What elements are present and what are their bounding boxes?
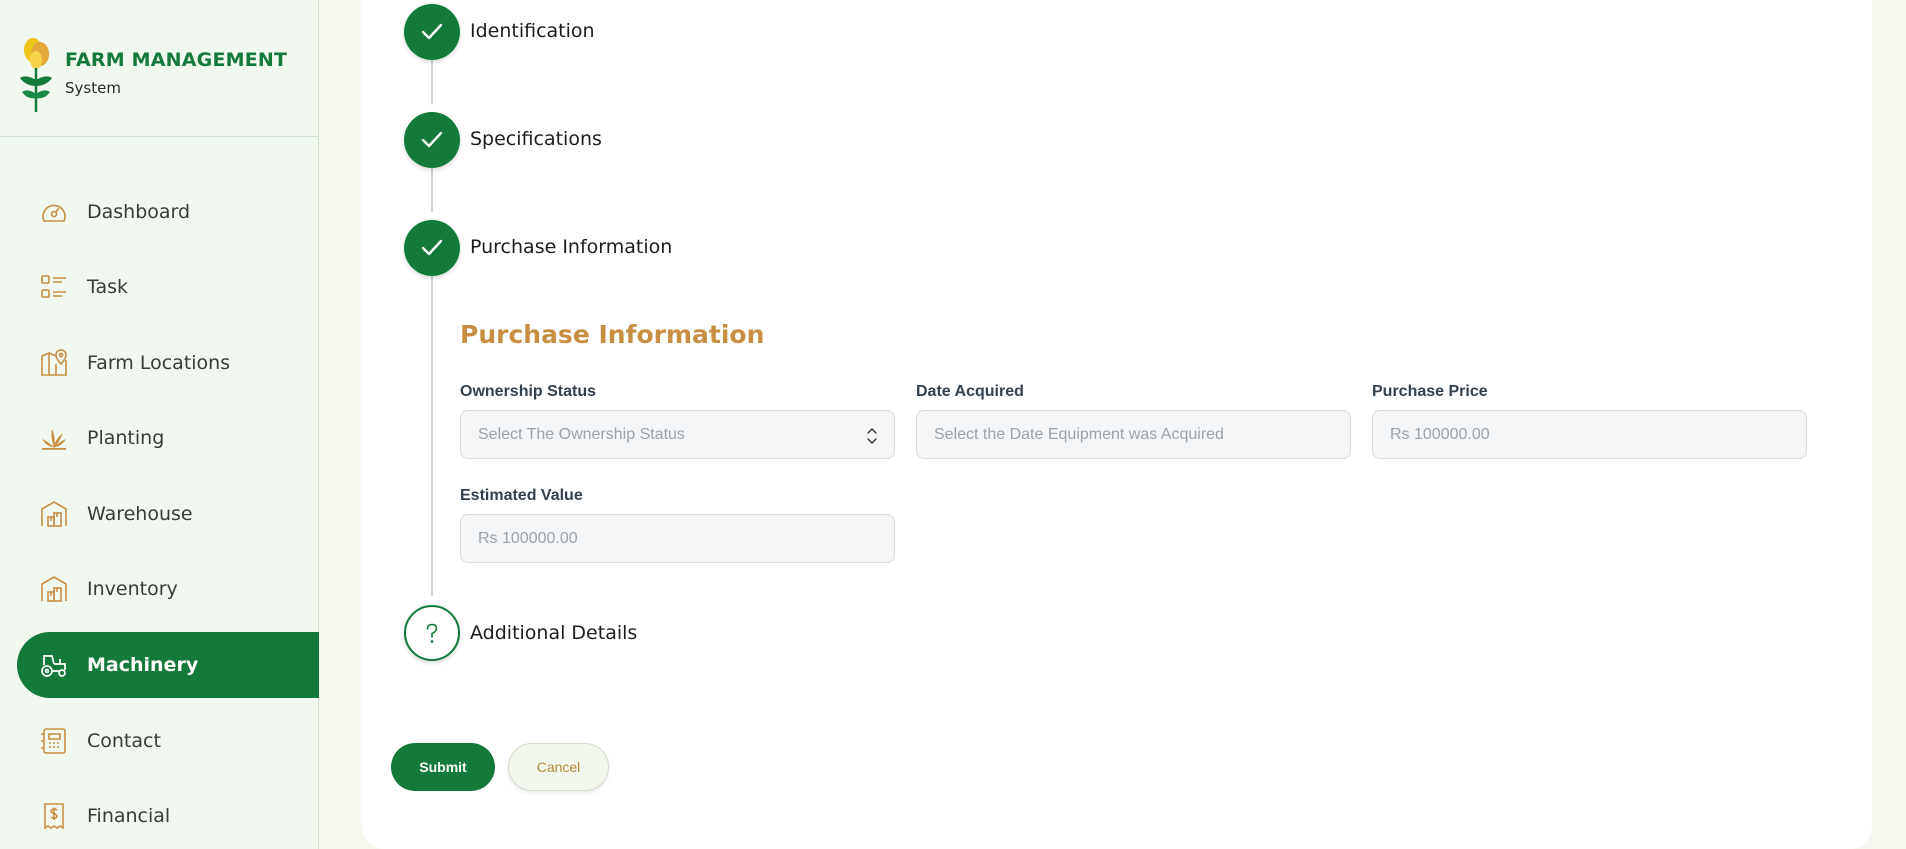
sidebar-item-label: Warehouse xyxy=(87,503,193,525)
cancel-button[interactable]: Cancel xyxy=(508,743,609,791)
sidebar-item-inventory[interactable]: Inventory xyxy=(17,556,319,622)
step-additional-details-label[interactable]: Additional Details xyxy=(470,622,637,644)
section-title: Purchase Information xyxy=(460,320,765,349)
date-acquired-label: Date Acquired xyxy=(916,383,1024,400)
sidebar-item-label: Dashboard xyxy=(87,201,191,223)
purchase-price-input[interactable]: Rs 100000.00 xyxy=(1372,410,1807,459)
receipt-dollar-icon xyxy=(44,803,64,830)
step-identification-label[interactable]: Identification xyxy=(470,20,595,42)
sidebar-item-planting[interactable]: Planting xyxy=(17,405,319,471)
question-mark-icon xyxy=(426,623,438,643)
step-identification-check[interactable] xyxy=(404,4,460,60)
estimated-value-input[interactable]: Rs 100000.00 xyxy=(460,514,895,563)
date-acquired-placeholder: Select the Date Equipment was Acquired xyxy=(934,425,1224,443)
task-list-icon xyxy=(41,275,66,298)
ownership-status-select[interactable]: Select The Ownership Status xyxy=(460,410,895,459)
step-specifications-check[interactable] xyxy=(404,112,460,168)
brand-header: FARM MANAGEMENT System xyxy=(0,0,318,137)
ownership-status-label: Ownership Status xyxy=(460,383,597,400)
sidebar-item-farm-locations[interactable]: Farm Locations xyxy=(17,330,319,396)
sidebar-item-contact[interactable]: Contact xyxy=(17,708,319,774)
submit-button[interactable]: Submit xyxy=(391,743,495,791)
contact-book-icon xyxy=(41,728,66,754)
sidebar-item-label: Contact xyxy=(87,730,161,752)
sidebar-item-task[interactable]: Task xyxy=(17,254,319,320)
sidebar-item-label: Financial xyxy=(87,805,171,827)
tractor-icon xyxy=(41,655,66,677)
estimated-value-placeholder: Rs 100000.00 xyxy=(478,529,578,547)
step-specifications-label[interactable]: Specifications xyxy=(470,128,602,150)
estimated-value-label: Estimated Value xyxy=(460,487,583,504)
sidebar-item-machinery[interactable]: Machinery xyxy=(17,632,319,698)
dashboard-gauge-icon xyxy=(42,204,66,222)
sidebar-item-label: Task xyxy=(87,276,129,298)
plant-icon xyxy=(42,429,66,450)
step-purchase-information-label[interactable]: Purchase Information xyxy=(470,236,672,258)
checkmark-icon xyxy=(421,23,443,40)
purchase-price-label: Purchase Price xyxy=(1372,383,1488,400)
inventory-icon xyxy=(41,576,67,602)
map-pin-icon xyxy=(41,349,67,376)
brand-title: FARM MANAGEMENT xyxy=(65,49,288,71)
checkmark-icon xyxy=(421,239,443,256)
sidebar-item-label: Farm Locations xyxy=(87,352,231,374)
sidebar-item-label: Machinery xyxy=(87,654,199,676)
checkmark-icon xyxy=(421,131,443,148)
step-purchase-information-check[interactable] xyxy=(404,220,460,276)
sidebar-item-warehouse[interactable]: Warehouse xyxy=(17,481,319,547)
sidebar-item-dashboard[interactable]: Dashboard xyxy=(17,179,319,245)
chevron-up-down-icon xyxy=(867,428,877,444)
stepper-connector xyxy=(431,168,433,212)
stepper-connector xyxy=(431,276,433,596)
stepper-connector xyxy=(431,60,433,104)
sidebar-item-label: Planting xyxy=(87,427,165,449)
brand-subtitle: System xyxy=(65,79,121,97)
purchase-price-placeholder: Rs 100000.00 xyxy=(1390,425,1490,443)
warehouse-icon xyxy=(41,501,67,527)
sidebar-item-label: Inventory xyxy=(87,578,178,600)
ownership-status-placeholder: Select The Ownership Status xyxy=(478,425,685,443)
sidebar: FARM MANAGEMENT System Dashboard Task Fa… xyxy=(0,0,319,849)
date-acquired-input[interactable]: Select the Date Equipment was Acquired xyxy=(916,410,1351,459)
step-additional-details-circle[interactable] xyxy=(404,605,460,661)
sidebar-item-financial[interactable]: Financial xyxy=(17,783,319,849)
wheat-logo-icon xyxy=(20,38,52,112)
